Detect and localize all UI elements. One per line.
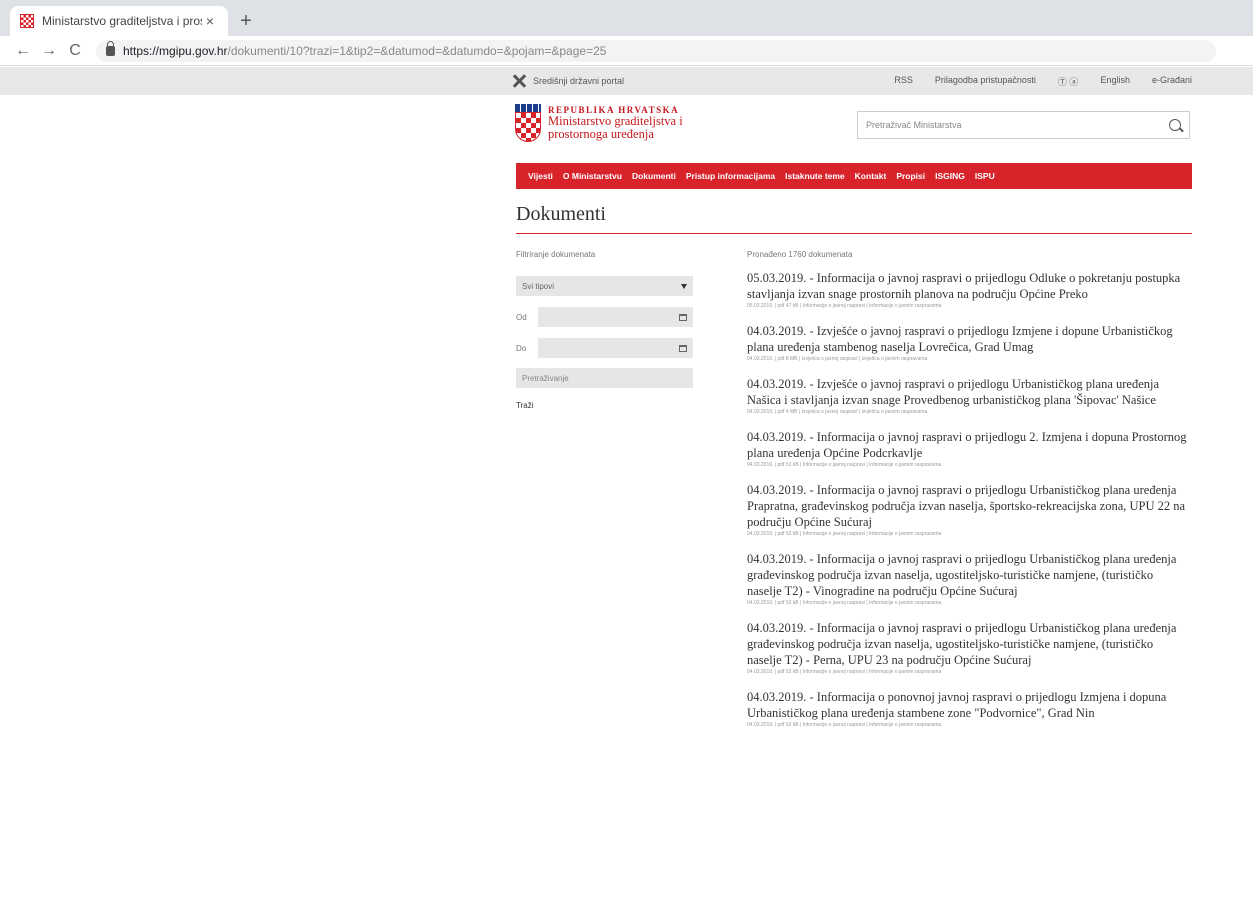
result-title-link[interactable]: 04.03.2019. - Informacija o javnoj raspr… <box>747 620 1187 668</box>
result-meta: 04.03.2019. | pdf 4 MB | Izvješća o javn… <box>747 409 928 415</box>
result-title-link[interactable]: 04.03.2019. - Informacija o javnoj raspr… <box>747 551 1187 599</box>
lock-icon <box>106 40 115 56</box>
date-to-input[interactable] <box>538 338 693 358</box>
reload-icon[interactable]: C <box>62 42 88 60</box>
list-item: 04.03.2019. - Informacija o javnoj raspr… <box>747 482 1187 537</box>
document-type-select[interactable]: Svi tipovi <box>516 276 693 296</box>
search-icon[interactable] <box>1169 119 1181 131</box>
gov-portal-icon <box>511 73 527 89</box>
title-divider <box>516 233 1192 234</box>
result-meta: 05.03.2019. | pdf 47 kB | Informacije o … <box>747 303 942 309</box>
tab-title: Ministarstvo graditeljstva i prost <box>42 14 202 28</box>
filter-submit-link[interactable]: Traži <box>516 401 533 410</box>
list-item: 04.03.2019. - Informacija o javnoj raspr… <box>747 429 1187 468</box>
nav-item-pristup-informacijama[interactable]: Pristup informacijama <box>686 171 775 181</box>
list-item: 04.03.2019. - Informacija o ponovnoj jav… <box>747 689 1187 728</box>
main-nav: Vijesti O Ministarstvu Dokumenti Pristup… <box>516 163 1192 189</box>
forward-arrow-icon[interactable]: → <box>36 42 62 60</box>
browser-tab[interactable]: Ministarstvo graditeljstva i prost × <box>10 6 228 36</box>
date-to-label: Do <box>516 343 527 353</box>
nav-item-istaknute-teme[interactable]: Istaknute teme <box>785 171 845 181</box>
url-host: https://mgipu.gov.hr <box>123 43 228 58</box>
calendar-icon[interactable] <box>679 313 687 321</box>
close-icon[interactable]: × <box>202 13 218 29</box>
result-count: Pronađeno 1760 dokumenata <box>747 250 853 259</box>
date-from-row: Od <box>516 307 693 327</box>
topbar-link-rss[interactable]: RSS <box>894 75 913 88</box>
site-search-placeholder: Pretraživač Ministarstva <box>866 120 962 130</box>
result-meta: 04.03.2019. | pdf 52 kB | Informacije o … <box>747 722 942 728</box>
result-title-link[interactable]: 05.03.2019. - Informacija o javnoj raspr… <box>747 270 1187 302</box>
brand-ministry: Ministarstvo graditeljstva i prostornoga… <box>548 114 683 141</box>
result-title-link[interactable]: 04.03.2019. - Informacija o javnoj raspr… <box>747 482 1187 530</box>
nav-item-propisi[interactable]: Propisi <box>896 171 925 181</box>
date-from-input[interactable] <box>538 307 693 327</box>
croatia-coat-favicon-icon <box>20 14 34 28</box>
topbar-link-accessibility[interactable]: Prilagodba pristupačnosti <box>935 75 1036 88</box>
result-meta: 04.03.2019. | pdf 8 MB | Izvješća o javn… <box>747 356 928 362</box>
result-title-link[interactable]: 04.03.2019. - Izvješće o javnoj raspravi… <box>747 323 1187 355</box>
result-title-link[interactable]: 04.03.2019. - Informacija o javnoj raspr… <box>747 429 1187 461</box>
address-bar[interactable]: https://mgipu.gov.hr/dokumenti/10?trazi=… <box>96 39 1216 62</box>
url-path: /dokumenti/10?trazi=1&tip2=&datumod=&dat… <box>227 43 607 58</box>
results-list: 05.03.2019. - Informacija o javnoj raspr… <box>747 270 1187 742</box>
topbar-link-font-size[interactable]: Ⓣ ⓐ <box>1058 75 1079 88</box>
list-item: 04.03.2019. - Izvješće o javnoj raspravi… <box>747 323 1187 362</box>
list-item: 05.03.2019. - Informacija o javnoj raspr… <box>747 270 1187 309</box>
result-title-link[interactable]: 04.03.2019. - Izvješće o javnoj raspravi… <box>747 376 1187 408</box>
topbar-link-egradjani[interactable]: e-Građani <box>1152 75 1192 88</box>
result-title-link[interactable]: 04.03.2019. - Informacija o ponovnoj jav… <box>747 689 1187 721</box>
document-type-value: Svi tipovi <box>522 281 555 291</box>
nav-item-vijesti[interactable]: Vijesti <box>528 171 553 181</box>
result-meta: 04.03.2019. | pdf 51 kB | Informacije o … <box>747 462 942 468</box>
result-meta: 04.03.2019. | pdf 52 kB | Informacije o … <box>747 531 942 537</box>
browser-toolbar: ← → C https://mgipu.gov.hr/dokumenti/10?… <box>0 36 1253 66</box>
filter-search-placeholder: Pretraživanje <box>522 373 569 383</box>
result-meta: 04.03.2019. | pdf 52 kB | Informacije o … <box>747 669 942 675</box>
nav-item-isging[interactable]: ISGING <box>935 171 965 181</box>
list-item: 04.03.2019. - Izvješće o javnoj raspravi… <box>747 376 1187 415</box>
caret-down-icon <box>681 283 687 289</box>
list-item: 04.03.2019. - Informacija o javnoj raspr… <box>747 620 1187 675</box>
site-header: REPUBLIKA HRVATSKA Ministarstvo graditel… <box>505 95 1198 161</box>
gov-topbar: Središnji državni portal RSS Prilagodba … <box>505 67 1198 95</box>
site-search-input[interactable]: Pretraživač Ministarstva <box>857 111 1190 139</box>
nav-item-o-ministarstvu[interactable]: O Ministarstvu <box>563 171 622 181</box>
topbar-links: RSS Prilagodba pristupačnosti Ⓣ ⓐ Englis… <box>894 75 1192 88</box>
brand-block[interactable]: REPUBLIKA HRVATSKA Ministarstvo graditel… <box>548 105 738 141</box>
page-title: Dokumenti <box>516 203 606 225</box>
nav-item-ispu[interactable]: ISPU <box>975 171 995 181</box>
calendar-icon[interactable] <box>679 344 687 352</box>
date-from-label: Od <box>516 312 527 322</box>
gov-portal-link[interactable]: Središnji državni portal <box>533 76 894 86</box>
new-tab-icon[interactable]: + <box>236 10 256 33</box>
filter-heading: Filtriranje dokumenata <box>516 250 596 259</box>
result-meta: 04.03.2019. | pdf 52 kB | Informacije o … <box>747 600 942 606</box>
nav-item-dokumenti[interactable]: Dokumenti <box>632 171 676 181</box>
browser-tabstrip: Ministarstvo graditeljstva i prost × + <box>0 0 1253 36</box>
back-arrow-icon[interactable]: ← <box>10 42 36 60</box>
list-item: 04.03.2019. - Informacija o javnoj raspr… <box>747 551 1187 606</box>
date-to-row: Do <box>516 338 693 358</box>
coat-of-arms-logo[interactable] <box>515 104 541 142</box>
nav-item-kontakt[interactable]: Kontakt <box>855 171 887 181</box>
topbar-link-english[interactable]: English <box>1100 75 1130 88</box>
filter-search-input[interactable]: Pretraživanje <box>516 368 693 388</box>
